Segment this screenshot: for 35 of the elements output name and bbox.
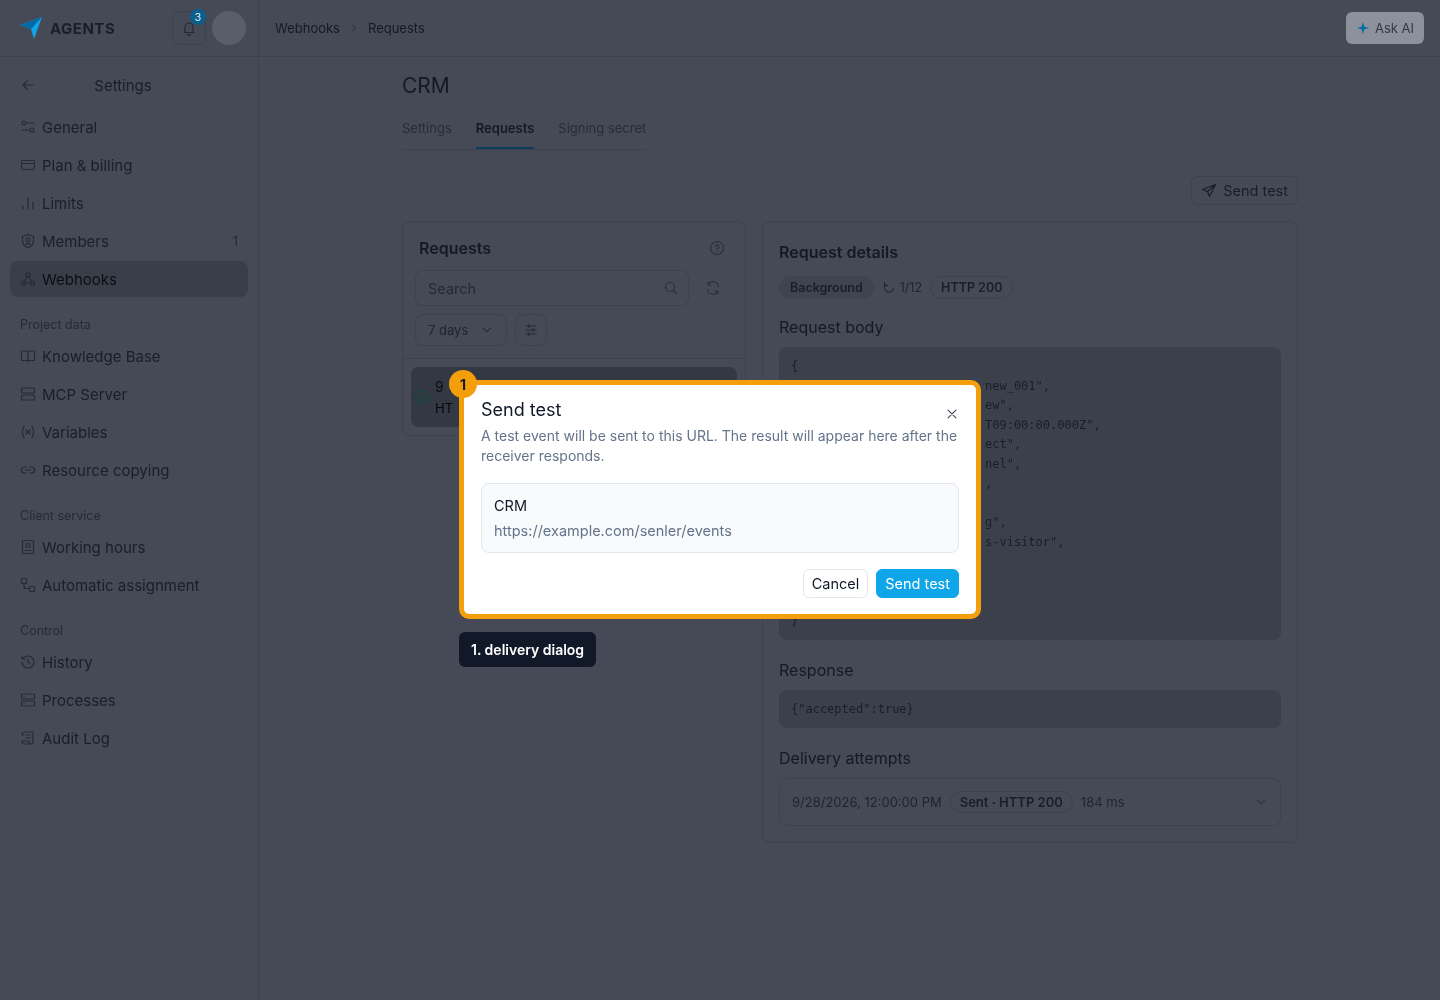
request-status: HT [435, 400, 454, 416]
sliders-icon [20, 119, 36, 135]
check-circle-icon [414, 389, 430, 405]
retry-icon [881, 280, 896, 295]
ask-ai-button[interactable]: Ask AI [1345, 12, 1424, 44]
send-icon [1201, 182, 1218, 199]
target-name: CRM [494, 497, 529, 514]
shield-user-icon [20, 233, 36, 249]
server-icon [20, 386, 36, 402]
bell-icon [181, 20, 197, 36]
target-url: https://example.com/senler/events [494, 522, 733, 539]
server-icon [20, 692, 36, 708]
scroll-icon [20, 730, 36, 746]
close-icon [945, 407, 959, 421]
dialog-title: Send test [481, 399, 562, 420]
annotation-tooltip: 1. delivery dialog [459, 632, 597, 667]
send-button[interactable]: Send test [876, 569, 959, 598]
refresh-icon [705, 280, 721, 296]
dialog-description: A test event will be sent to this URL. The result will appear here after the receiver responds. [481, 426, 959, 466]
code-line: { [791, 359, 799, 373]
search-icon [663, 280, 679, 296]
cancel-button[interactable]: Cancel [802, 569, 869, 598]
code-line: , [985, 476, 993, 490]
refresh-button[interactable] [705, 280, 721, 296]
notification-count: 3 [190, 9, 206, 25]
filter-button[interactable] [515, 314, 548, 346]
logo-icon [18, 15, 44, 41]
variable-icon [20, 424, 36, 440]
card-icon [20, 157, 36, 173]
book-icon [20, 348, 36, 364]
help-icon [709, 240, 725, 256]
workflow-icon [20, 577, 36, 593]
notifications-button[interactable]: 3 [172, 11, 206, 45]
close-button[interactable] [945, 407, 959, 421]
history-icon [20, 654, 36, 670]
